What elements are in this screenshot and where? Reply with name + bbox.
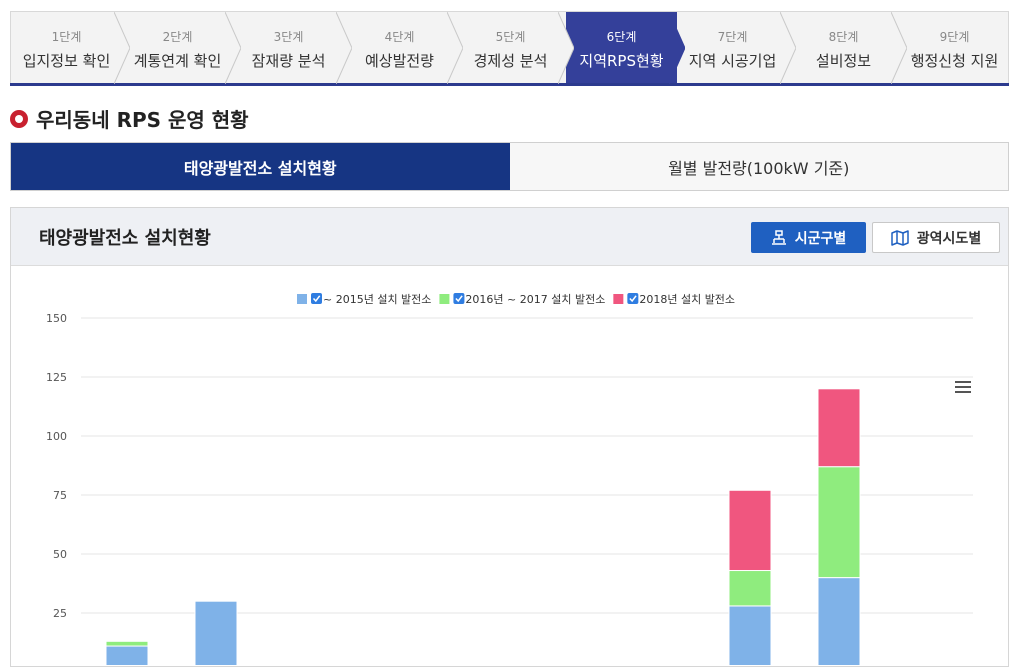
step-number: 9단계	[939, 30, 970, 44]
step-label: 잠재량 분석	[251, 52, 326, 70]
step-6[interactable]: 6단계지역RPS현황	[566, 12, 685, 84]
by-city-county-button[interactable]: 시군구별	[751, 222, 866, 253]
y-tick-label: 150	[46, 312, 67, 325]
step-label: 예상발전량	[364, 52, 434, 70]
map-icon	[891, 229, 909, 246]
legend-checkbox-icon	[453, 293, 465, 304]
y-tick-label: 25	[53, 607, 67, 620]
bullet-icon	[10, 109, 28, 128]
step-label: 지역RPS현황	[579, 52, 664, 70]
step-separator-icon	[336, 12, 352, 84]
step-number: 6단계	[606, 30, 637, 44]
step-number: 3단계	[273, 30, 304, 44]
tab-bar: 태양광발전소 설치현황 월별 발전량(100kW 기준)	[10, 142, 1009, 191]
bar-segment	[105, 645, 149, 665]
legend-swatch	[613, 294, 624, 304]
y-tick-label: 100	[46, 430, 67, 443]
bar-segment	[817, 466, 861, 579]
by-province-label: 광역시도별	[916, 230, 982, 247]
legend-swatch	[297, 294, 307, 304]
bar-segment	[728, 570, 772, 607]
chart-panel-header: 태양광발전소 설치현황 시군구별 광역시도별	[11, 208, 1008, 266]
hamburger-icon	[955, 391, 971, 393]
y-tick-label: 125	[46, 371, 67, 384]
step-separator-icon	[891, 12, 907, 84]
legend-checkbox-icon	[311, 293, 322, 304]
org-chart-icon	[771, 229, 786, 245]
step-5[interactable]: 5단계경제성 분석	[455, 12, 574, 84]
step-separator-icon	[558, 12, 574, 84]
step-separator-icon	[780, 12, 796, 84]
chart-panel: 태양광발전소 설치현황 시군구별 광역시도별 25 50 75 100 125 150 ~ …	[10, 207, 1009, 667]
step-label: 행정신청 지원	[910, 52, 999, 70]
step-separator-icon	[225, 12, 241, 84]
step-label: 입지정보 확인	[22, 52, 111, 70]
step-separator-icon	[114, 12, 130, 84]
bar-segment	[194, 600, 238, 665]
step-separator-icon	[447, 12, 463, 84]
step-number: 5단계	[495, 30, 526, 44]
step-label: 계통연계 확인	[133, 52, 222, 70]
by-city-county-label: 시군구별	[794, 230, 847, 247]
stacked-bar-chart: 25 50 75 100 125 150 ~ 2015년 설치 발전소 2016년 ~ 201…	[46, 293, 973, 665]
legend-label: 2018년 설치 발전소	[639, 293, 735, 306]
step-number: 2단계	[162, 30, 193, 44]
step-4[interactable]: 4단계예상발전량	[344, 12, 463, 84]
step-label: 지역 시공기업	[688, 52, 777, 70]
step-navigation-underline	[10, 83, 1009, 86]
step-number: 8단계	[828, 30, 859, 44]
bar-segment	[105, 640, 149, 647]
step-1[interactable]: 1단계입지정보 확인	[11, 12, 130, 84]
step-separator-icon	[669, 12, 685, 84]
step-number: 1단계	[51, 30, 82, 44]
tab-monthly-generation[interactable]: 월별 발전량(100kW 기준)	[509, 143, 1008, 190]
bar-segment	[728, 605, 772, 665]
step-number: 4단계	[384, 30, 415, 44]
by-province-button[interactable]: 광역시도별	[872, 222, 1000, 253]
bar-segment	[817, 388, 861, 468]
legend-label: ~ 2015년 설치 발전소	[323, 293, 431, 306]
hamburger-icon	[955, 381, 971, 383]
legend-checkbox-icon	[627, 293, 639, 304]
chart-panel-title: 태양광발전소 설치현황	[39, 228, 211, 249]
hamburger-icon	[955, 386, 971, 388]
step-label: 설비정보	[815, 52, 872, 70]
bar-segment	[817, 577, 861, 665]
step-label: 경제성 분석	[473, 52, 548, 70]
y-tick-label: 50	[53, 548, 67, 561]
step-navigation: 1단계 입지정보 확인 2단계 계통연계 확인 3단계 잠재량 분석 4단계 예상발전량 5단계…	[10, 11, 1010, 84]
step-8[interactable]: 8단계설비정보	[788, 12, 907, 84]
step-2[interactable]: 2단계계통연계 확인	[122, 12, 241, 84]
step-9[interactable]: 9단계행정신청 지원	[899, 12, 1010, 84]
y-tick-label: 75	[53, 489, 67, 502]
legend-label: 2016년 ~ 2017 설치 발전소	[465, 293, 605, 306]
section-header: 우리동네 RPS 운영 현황	[10, 104, 249, 133]
step-7[interactable]: 7단계지역 시공기업	[677, 12, 796, 84]
step-number: 7단계	[717, 30, 748, 44]
bar-segment	[728, 489, 772, 572]
legend-swatch	[439, 294, 450, 304]
section-title: 우리동네 RPS 운영 현황	[36, 108, 249, 132]
step-3[interactable]: 3단계잠재량 분석	[233, 12, 352, 84]
tab-installation-status[interactable]: 태양광발전소 설치현황	[11, 143, 510, 190]
